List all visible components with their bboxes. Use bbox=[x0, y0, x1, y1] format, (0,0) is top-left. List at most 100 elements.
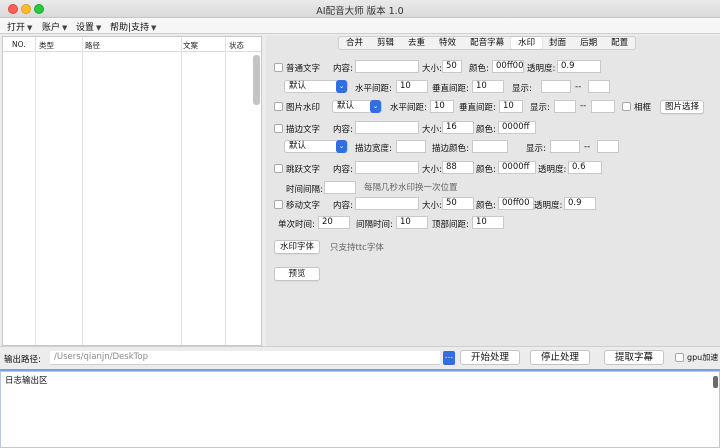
size-label: 大小: bbox=[422, 125, 442, 135]
moving-text-size-input[interactable]: 50 bbox=[442, 197, 474, 210]
image-watermark-checkbox[interactable] bbox=[274, 102, 283, 111]
table-header: NO. 类型 路径 文案 状态 bbox=[3, 37, 261, 52]
jump-text-content-input[interactable] bbox=[355, 161, 419, 174]
moving-text-opacity-input[interactable]: 0.9 bbox=[564, 197, 596, 210]
range-dash: -- bbox=[584, 142, 591, 152]
color-label: 颜色: bbox=[469, 64, 489, 74]
jump-text-opacity-input[interactable]: 0.6 bbox=[568, 161, 602, 174]
preview-button[interactable]: 预览 bbox=[274, 267, 320, 281]
menu-help[interactable]: 帮助|支持 ▼ bbox=[110, 20, 156, 33]
stroke-color-input[interactable] bbox=[472, 140, 508, 153]
top-spacing-label: 顶部间距: bbox=[432, 220, 469, 230]
gap-time-label: 间隔时间: bbox=[356, 220, 393, 230]
jump-text-color-input[interactable]: 0000ff bbox=[498, 161, 536, 174]
text-watermark-size-input[interactable]: 50 bbox=[442, 60, 462, 73]
title-bar: AI配音大师 版本 1.0 bbox=[0, 0, 720, 18]
tab-post[interactable]: 后期 bbox=[573, 37, 604, 49]
text-watermark-vspace-input[interactable]: 10 bbox=[472, 80, 504, 93]
jump-text-label: 跳跃文字 bbox=[286, 165, 321, 175]
display-label: 显示: bbox=[530, 103, 550, 113]
tab-cover[interactable]: 封面 bbox=[542, 37, 573, 49]
top-spacing-input[interactable]: 10 bbox=[472, 216, 504, 229]
tab-merge[interactable]: 合并 bbox=[339, 37, 370, 49]
text-watermark-checkbox[interactable] bbox=[274, 63, 283, 72]
triangle-down-icon: ▼ bbox=[151, 24, 157, 32]
display-label: 显示: bbox=[526, 144, 546, 154]
settings-panel: 合并 剪辑 去重 特效 配音字幕 水印 封面 后期 配置 普通文字 内容: 大小… bbox=[266, 36, 720, 346]
column-divider bbox=[225, 37, 226, 345]
table-scrollbar[interactable] bbox=[253, 55, 260, 105]
stroke-text-display-to-input[interactable] bbox=[597, 140, 619, 153]
moving-text-label: 移动文字 bbox=[286, 201, 321, 211]
column-header-path[interactable]: 路径 bbox=[85, 40, 100, 51]
tab-effects[interactable]: 特效 bbox=[432, 37, 463, 49]
column-header-type[interactable]: 类型 bbox=[39, 40, 54, 51]
gpu-acceleration-checkbox[interactable] bbox=[675, 353, 684, 362]
browse-button[interactable]: ... bbox=[443, 351, 455, 365]
image-watermark-display-to-input[interactable] bbox=[591, 100, 615, 113]
text-watermark-content-input[interactable] bbox=[355, 60, 419, 73]
start-processing-button[interactable]: 开始处理 bbox=[460, 350, 520, 365]
menu-account[interactable]: 账户 ▼ bbox=[42, 20, 67, 33]
frame-checkbox[interactable] bbox=[622, 102, 631, 111]
text-watermark-hspace-input[interactable]: 10 bbox=[396, 80, 428, 93]
stroke-width-input[interactable] bbox=[396, 140, 426, 153]
text-watermark-position-select[interactable]: 默认 ⌄ bbox=[284, 80, 348, 93]
tab-dedup[interactable]: 去重 bbox=[401, 37, 432, 49]
text-watermark-opacity-input[interactable]: 0.9 bbox=[557, 60, 601, 73]
gpu-acceleration-label: gpu加速 bbox=[687, 353, 719, 362]
image-watermark-vspace-input[interactable]: 10 bbox=[499, 100, 523, 113]
text-watermark-color-input[interactable]: 00ff00 bbox=[492, 60, 524, 73]
jump-text-size-input[interactable]: 88 bbox=[442, 161, 474, 174]
tab-config[interactable]: 配置 bbox=[604, 37, 635, 49]
image-watermark-display-from-input[interactable] bbox=[554, 100, 576, 113]
color-label: 颜色: bbox=[476, 125, 496, 135]
gap-time-input[interactable]: 10 bbox=[396, 216, 428, 229]
stroke-text-position-select[interactable]: 默认 ⌄ bbox=[284, 140, 348, 153]
text-watermark-display-to-input[interactable] bbox=[588, 80, 610, 93]
column-header-status[interactable]: 状态 bbox=[229, 40, 244, 51]
log-scrollbar[interactable] bbox=[713, 376, 718, 388]
tab-dubbing-subtitles[interactable]: 配音字幕 bbox=[463, 37, 511, 49]
menu-open[interactable]: 打开 ▼ bbox=[7, 20, 32, 33]
size-label: 大小: bbox=[422, 64, 442, 74]
stroke-color-label: 描边颜色: bbox=[432, 144, 469, 154]
stroke-text-display-from-input[interactable] bbox=[550, 140, 580, 153]
tab-watermark[interactable]: 水印 bbox=[511, 37, 543, 49]
size-label: 大小: bbox=[422, 165, 442, 175]
stroke-text-label: 描边文字 bbox=[286, 125, 321, 135]
extract-subtitles-button[interactable]: 提取字幕 bbox=[604, 350, 664, 365]
triangle-down-icon: ▼ bbox=[62, 24, 68, 32]
column-header-no[interactable]: NO. bbox=[12, 40, 26, 49]
stroke-text-checkbox[interactable] bbox=[274, 124, 283, 133]
time-interval-input[interactable] bbox=[324, 181, 356, 194]
moving-text-content-input[interactable] bbox=[355, 197, 419, 210]
content-label: 内容: bbox=[333, 165, 353, 175]
jump-text-checkbox[interactable] bbox=[274, 164, 283, 173]
moving-text-color-input[interactable]: 00ff00 bbox=[498, 197, 534, 210]
stroke-text-size-input[interactable]: 16 bbox=[442, 121, 474, 134]
column-header-copy[interactable]: 文案 bbox=[183, 40, 198, 51]
text-watermark-display-from-input[interactable] bbox=[541, 80, 571, 93]
stroke-text-color-input[interactable]: 0000ff bbox=[498, 121, 536, 134]
vertical-spacing-label: 垂直间距: bbox=[459, 103, 496, 113]
watermark-font-button[interactable]: 水印字体 bbox=[274, 240, 320, 254]
image-watermark-position-select[interactable]: 默认 ⌄ bbox=[332, 100, 382, 113]
tab-edit[interactable]: 剪辑 bbox=[370, 37, 401, 49]
text-watermark-label: 普通文字 bbox=[286, 64, 321, 74]
menu-settings[interactable]: 设置 ▼ bbox=[76, 20, 101, 33]
single-duration-input[interactable]: 20 bbox=[318, 216, 350, 229]
stroke-width-label: 描边宽度: bbox=[355, 144, 392, 154]
chevron-down-icon: ⌄ bbox=[370, 100, 381, 113]
log-output-area[interactable]: 日志输出区 bbox=[0, 371, 720, 448]
stop-processing-button[interactable]: 停止处理 bbox=[530, 350, 590, 365]
column-divider bbox=[181, 37, 182, 345]
image-watermark-hspace-input[interactable]: 10 bbox=[430, 100, 454, 113]
moving-text-checkbox[interactable] bbox=[274, 200, 283, 209]
stroke-text-content-input[interactable] bbox=[355, 121, 419, 134]
output-path-input[interactable]: /Users/qianjn/DeskTop bbox=[50, 351, 440, 365]
output-path-label: 输出路径: bbox=[4, 355, 41, 365]
task-table[interactable]: NO. 类型 路径 文案 状态 bbox=[2, 36, 262, 346]
log-title: 日志输出区 bbox=[5, 376, 48, 386]
choose-image-button[interactable]: 图片选择 bbox=[660, 100, 704, 114]
